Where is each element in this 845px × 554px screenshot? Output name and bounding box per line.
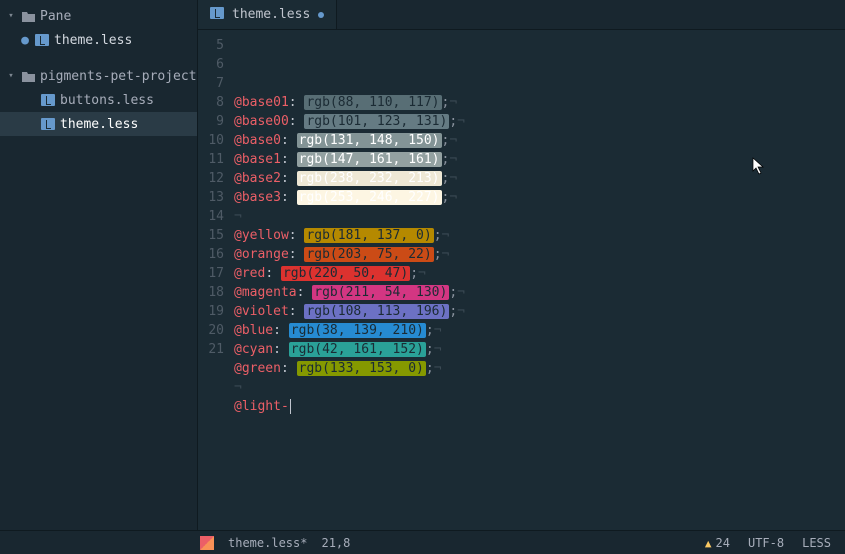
code-line[interactable]: @base3: rgb(253, 246, 227);¬ xyxy=(234,188,845,207)
code-line[interactable]: @green: rgb(133, 153, 0);¬ xyxy=(234,359,845,378)
status-warnings[interactable]: ▲24 xyxy=(705,536,730,550)
code-line[interactable]: @base2: rgb(238, 232, 213);¬ xyxy=(234,169,845,188)
code-line[interactable]: @base1: rgb(147, 161, 161);¬ xyxy=(234,150,845,169)
less-file-icon xyxy=(40,118,56,130)
status-filename[interactable]: theme.less* xyxy=(228,536,307,550)
file-label: buttons.less xyxy=(60,93,154,108)
folder-icon xyxy=(20,71,36,82)
tab-theme[interactable]: theme.less xyxy=(198,0,337,29)
status-bar: theme.less* 21,8 ▲24 UTF-8 LESS xyxy=(0,530,845,554)
tabs-bar: theme.less xyxy=(198,0,845,30)
line-gutter: 56789101112131415161718192021 xyxy=(198,30,234,530)
code-line[interactable]: @orange: rgb(203, 75, 22);¬ xyxy=(234,245,845,264)
code-line[interactable]: @magenta: rgb(211, 54, 130);¬ xyxy=(234,283,845,302)
less-file-icon xyxy=(34,34,50,46)
modified-dot-icon xyxy=(318,12,324,18)
editor-body[interactable]: 56789101112131415161718192021 @base01: r… xyxy=(198,30,845,530)
chevron-down-icon: ▾ xyxy=(6,11,16,21)
code-line[interactable]: ¬ xyxy=(234,378,845,397)
tree-file-theme[interactable]: ● theme.less xyxy=(0,28,197,52)
modified-dot-icon: ● xyxy=(20,33,30,48)
status-cursor-position[interactable]: 21,8 xyxy=(321,536,350,550)
sidebar: ▾ Pane ● theme.less ▾ pigments-pet-proje… xyxy=(0,0,198,530)
tree-file-theme-selected[interactable]: theme.less xyxy=(0,112,197,136)
code-area[interactable]: @base01: rgb(88, 110, 117);¬@base00: rgb… xyxy=(234,30,845,530)
tab-title: theme.less xyxy=(232,7,310,22)
code-line[interactable]: @base0: rgb(131, 148, 150);¬ xyxy=(234,131,845,150)
code-line[interactable]: @cyan: rgb(42, 161, 152);¬ xyxy=(234,340,845,359)
project-pane[interactable]: ▾ Pane xyxy=(0,4,197,28)
status-grammar[interactable]: LESS xyxy=(802,536,831,550)
project-label: pigments-pet-project xyxy=(40,69,197,84)
project-pigments[interactable]: ▾ pigments-pet-project xyxy=(0,64,197,88)
folder-icon xyxy=(20,11,36,22)
pigments-icon[interactable] xyxy=(200,536,214,550)
tree-file-buttons[interactable]: buttons.less xyxy=(0,88,197,112)
code-line[interactable]: @blue: rgb(38, 139, 210);¬ xyxy=(234,321,845,340)
file-label: theme.less xyxy=(54,33,132,48)
editor-pane: theme.less 56789101112131415161718192021… xyxy=(198,0,845,530)
code-line[interactable]: @violet: rgb(108, 113, 196);¬ xyxy=(234,302,845,321)
code-line[interactable]: @red: rgb(220, 50, 47);¬ xyxy=(234,264,845,283)
code-line[interactable]: @light- xyxy=(234,397,845,416)
status-encoding[interactable]: UTF-8 xyxy=(748,536,784,550)
file-label: theme.less xyxy=(60,117,138,132)
code-line[interactable]: @base00: rgb(101, 123, 131);¬ xyxy=(234,112,845,131)
less-file-icon xyxy=(210,7,224,23)
code-line[interactable]: @yellow: rgb(181, 137, 0);¬ xyxy=(234,226,845,245)
less-file-icon xyxy=(40,94,56,106)
code-line[interactable]: @base01: rgb(88, 110, 117);¬ xyxy=(234,93,845,112)
code-line[interactable]: ¬ xyxy=(234,207,845,226)
chevron-down-icon: ▾ xyxy=(6,71,16,81)
project-label: Pane xyxy=(40,9,71,24)
warning-icon: ▲ xyxy=(705,537,712,550)
